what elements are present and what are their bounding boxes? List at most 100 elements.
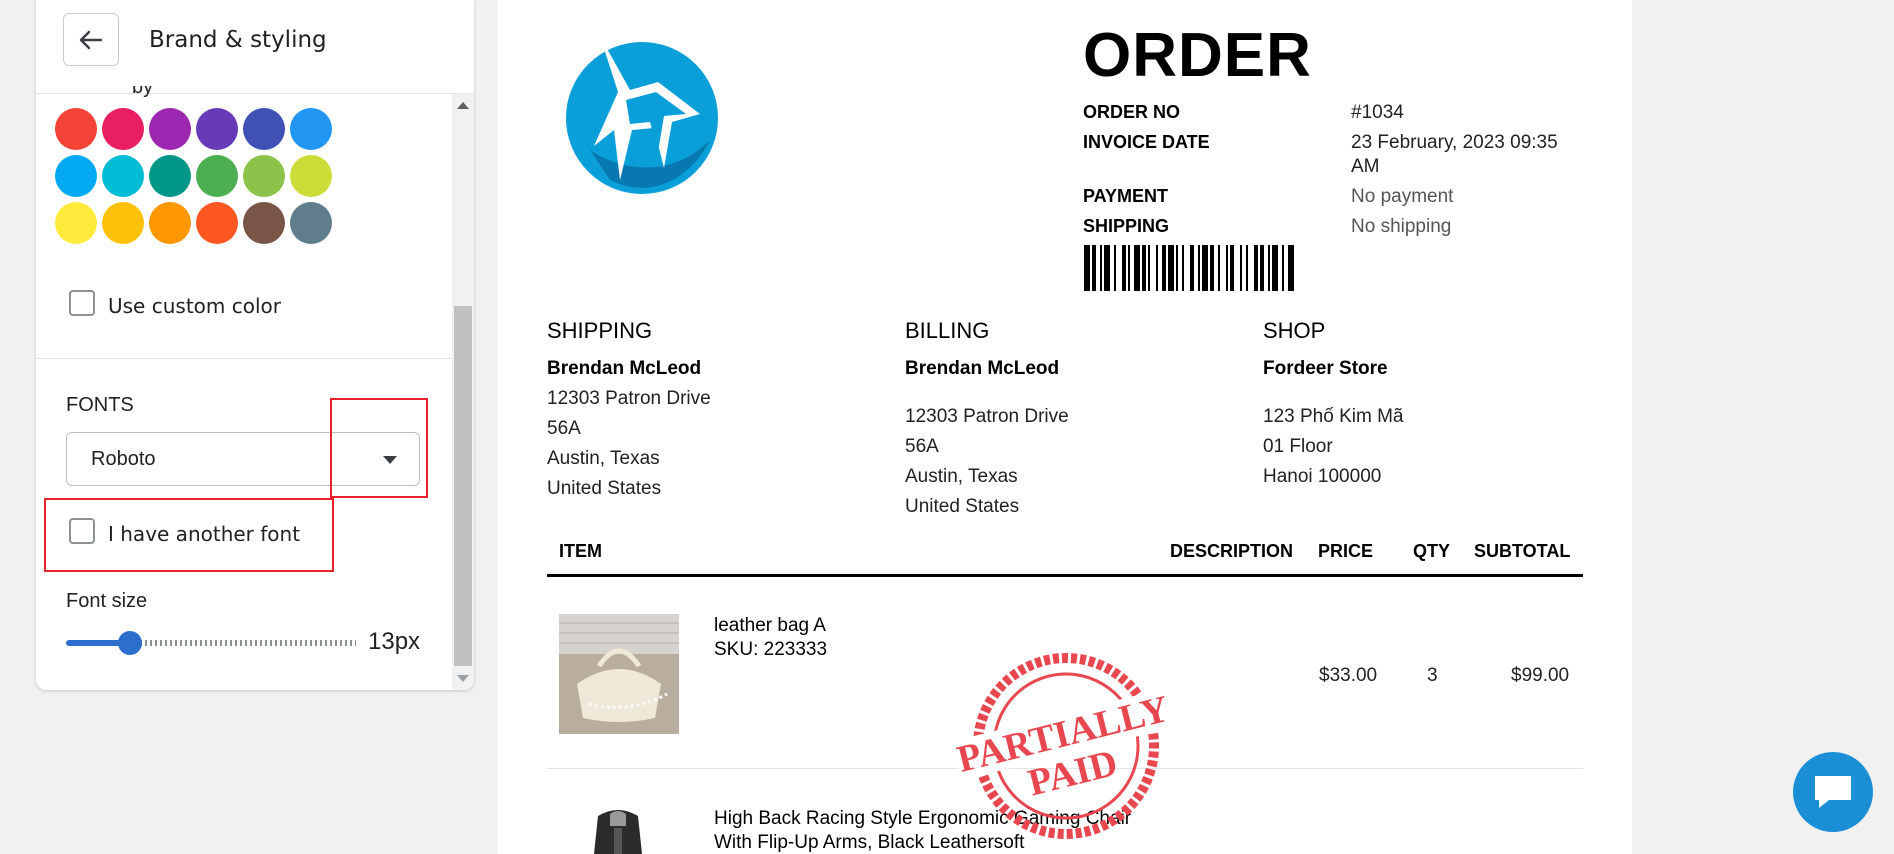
col-header-item: ITEM bbox=[559, 541, 602, 561]
barcode-bar bbox=[1246, 245, 1248, 291]
document-title: ORDER bbox=[1083, 21, 1312, 90]
barcode-bar bbox=[1202, 245, 1208, 291]
color-swatch[interactable] bbox=[149, 155, 191, 197]
barcode-bar bbox=[1114, 245, 1116, 291]
partially-paid-stamp: PARTIALLY PAID bbox=[956, 653, 1175, 839]
barcode-bar bbox=[1168, 245, 1174, 291]
color-swatch[interactable] bbox=[290, 202, 332, 244]
color-swatch[interactable] bbox=[149, 202, 191, 244]
order-no-value: #1034 bbox=[1351, 102, 1404, 123]
slider-track-rest bbox=[140, 640, 356, 646]
barcode-bar bbox=[1288, 245, 1294, 291]
billing-heading: BILLING bbox=[905, 318, 990, 343]
color-swatch[interactable] bbox=[149, 108, 191, 150]
partial-section-heading: by bbox=[132, 86, 154, 98]
barcode-bar bbox=[1260, 245, 1264, 291]
arrow-left-icon bbox=[79, 30, 103, 49]
shipping-address-line: 12303 Patron Drive bbox=[547, 388, 711, 409]
barcode-bar bbox=[1268, 245, 1270, 291]
billing-address-line: Austin, Texas bbox=[905, 466, 1018, 487]
shipping-address-line: Austin, Texas bbox=[547, 448, 660, 469]
barcode-bar bbox=[1100, 245, 1102, 291]
color-swatch[interactable] bbox=[55, 108, 97, 150]
panel-scroll-area: by Use custom color FONTS Roboto I have … bbox=[36, 86, 474, 690]
barcode-bar bbox=[1218, 245, 1220, 291]
shop-name: Fordeer Store bbox=[1263, 358, 1388, 379]
barcode-bar bbox=[1182, 245, 1184, 291]
highlight-box-font-dropdown bbox=[330, 398, 428, 498]
custom-color-checkbox[interactable] bbox=[69, 290, 95, 316]
font-size-value: 13px bbox=[368, 628, 421, 655]
shop-address-line: Hanoi 100000 bbox=[1263, 466, 1382, 487]
shipping-heading: SHIPPING bbox=[547, 318, 653, 343]
brand-logo-icon bbox=[566, 36, 718, 194]
font-select-value: Roboto bbox=[91, 448, 156, 470]
barcode-bar bbox=[1128, 245, 1130, 291]
col-header-price: PRICE bbox=[1318, 541, 1374, 561]
font-size-slider[interactable] bbox=[66, 631, 356, 655]
invoice-date-label: INVOICE DATE bbox=[1083, 132, 1210, 152]
panel-scrollbar[interactable] bbox=[452, 94, 474, 690]
billing-address-line: 56A bbox=[905, 436, 939, 457]
barcode-bar bbox=[1230, 245, 1234, 291]
brand-styling-panel: Brand & styling by Use custom color FONT… bbox=[36, 0, 474, 690]
color-swatch[interactable] bbox=[243, 202, 285, 244]
col-header-subtotal: SUBTOTAL bbox=[1474, 541, 1571, 561]
item-sku: SKU: 223333 bbox=[714, 639, 828, 660]
barcode-bar bbox=[1104, 245, 1110, 291]
item-subtotal: $99.00 bbox=[1511, 665, 1570, 686]
color-swatch[interactable] bbox=[55, 155, 97, 197]
scrollbar-thumb[interactable] bbox=[454, 306, 472, 666]
product-thumbnail-bag bbox=[559, 614, 679, 734]
shipping-label: SHIPPING bbox=[1083, 216, 1170, 236]
shop-address-line: 123 Phố Kim Mã bbox=[1263, 406, 1404, 427]
invoice-preview: ORDER ORDER NO #1034 INVOICE DATE 23 Feb… bbox=[498, 0, 1632, 854]
shop-address-line: 01 Floor bbox=[1263, 436, 1333, 457]
color-swatch[interactable] bbox=[102, 202, 144, 244]
color-swatch[interactable] bbox=[290, 155, 332, 197]
barcode-bar bbox=[1084, 245, 1090, 291]
fonts-heading: FONTS bbox=[66, 394, 134, 416]
table-header-rule bbox=[547, 574, 1583, 577]
custom-color-label: Use custom color bbox=[108, 294, 281, 318]
col-header-description: DESCRIPTION bbox=[1170, 541, 1294, 561]
barcode-bar bbox=[1198, 245, 1200, 291]
payment-label: PAYMENT bbox=[1083, 186, 1169, 206]
section-divider bbox=[36, 358, 452, 359]
invoice-date-value-cont: AM bbox=[1351, 156, 1380, 177]
payment-value: No payment bbox=[1351, 186, 1454, 207]
chat-button[interactable] bbox=[1793, 752, 1873, 832]
color-swatch[interactable] bbox=[243, 155, 285, 197]
barcode-bar bbox=[1156, 245, 1158, 291]
color-swatch[interactable] bbox=[55, 202, 97, 244]
slider-thumb[interactable] bbox=[118, 631, 142, 655]
shipping-value: No shipping bbox=[1351, 216, 1452, 237]
color-swatch[interactable] bbox=[196, 155, 238, 197]
color-swatch[interactable] bbox=[102, 155, 144, 197]
item-name: leather bag A bbox=[714, 615, 826, 636]
color-swatch[interactable] bbox=[196, 202, 238, 244]
scroll-up-arrow-icon[interactable] bbox=[457, 102, 469, 109]
back-button[interactable] bbox=[63, 13, 119, 66]
color-swatch[interactable] bbox=[290, 108, 332, 150]
color-swatch[interactable] bbox=[243, 108, 285, 150]
barcode-bar bbox=[1176, 245, 1178, 291]
barcode-bar bbox=[1142, 245, 1146, 291]
barcode-bar bbox=[1148, 245, 1150, 291]
barcode-bar bbox=[1092, 245, 1096, 291]
highlight-box-another-font bbox=[44, 498, 334, 572]
color-swatch[interactable] bbox=[196, 108, 238, 150]
col-header-qty: QTY bbox=[1413, 541, 1451, 561]
color-swatch[interactable] bbox=[102, 108, 144, 150]
item-qty: 3 bbox=[1427, 665, 1438, 686]
barcode-bar bbox=[1122, 245, 1126, 291]
scroll-down-arrow-icon[interactable] bbox=[457, 675, 469, 682]
barcode-bar bbox=[1254, 245, 1258, 291]
shipping-name: Brendan McLeod bbox=[547, 358, 702, 379]
panel-title: Brand & styling bbox=[149, 27, 327, 53]
barcode-bar bbox=[1210, 245, 1214, 291]
shipping-address-line: 56A bbox=[547, 418, 581, 439]
barcode-bar bbox=[1272, 245, 1278, 291]
item-price: $33.00 bbox=[1319, 665, 1378, 686]
billing-address-line: United States bbox=[905, 496, 1020, 517]
